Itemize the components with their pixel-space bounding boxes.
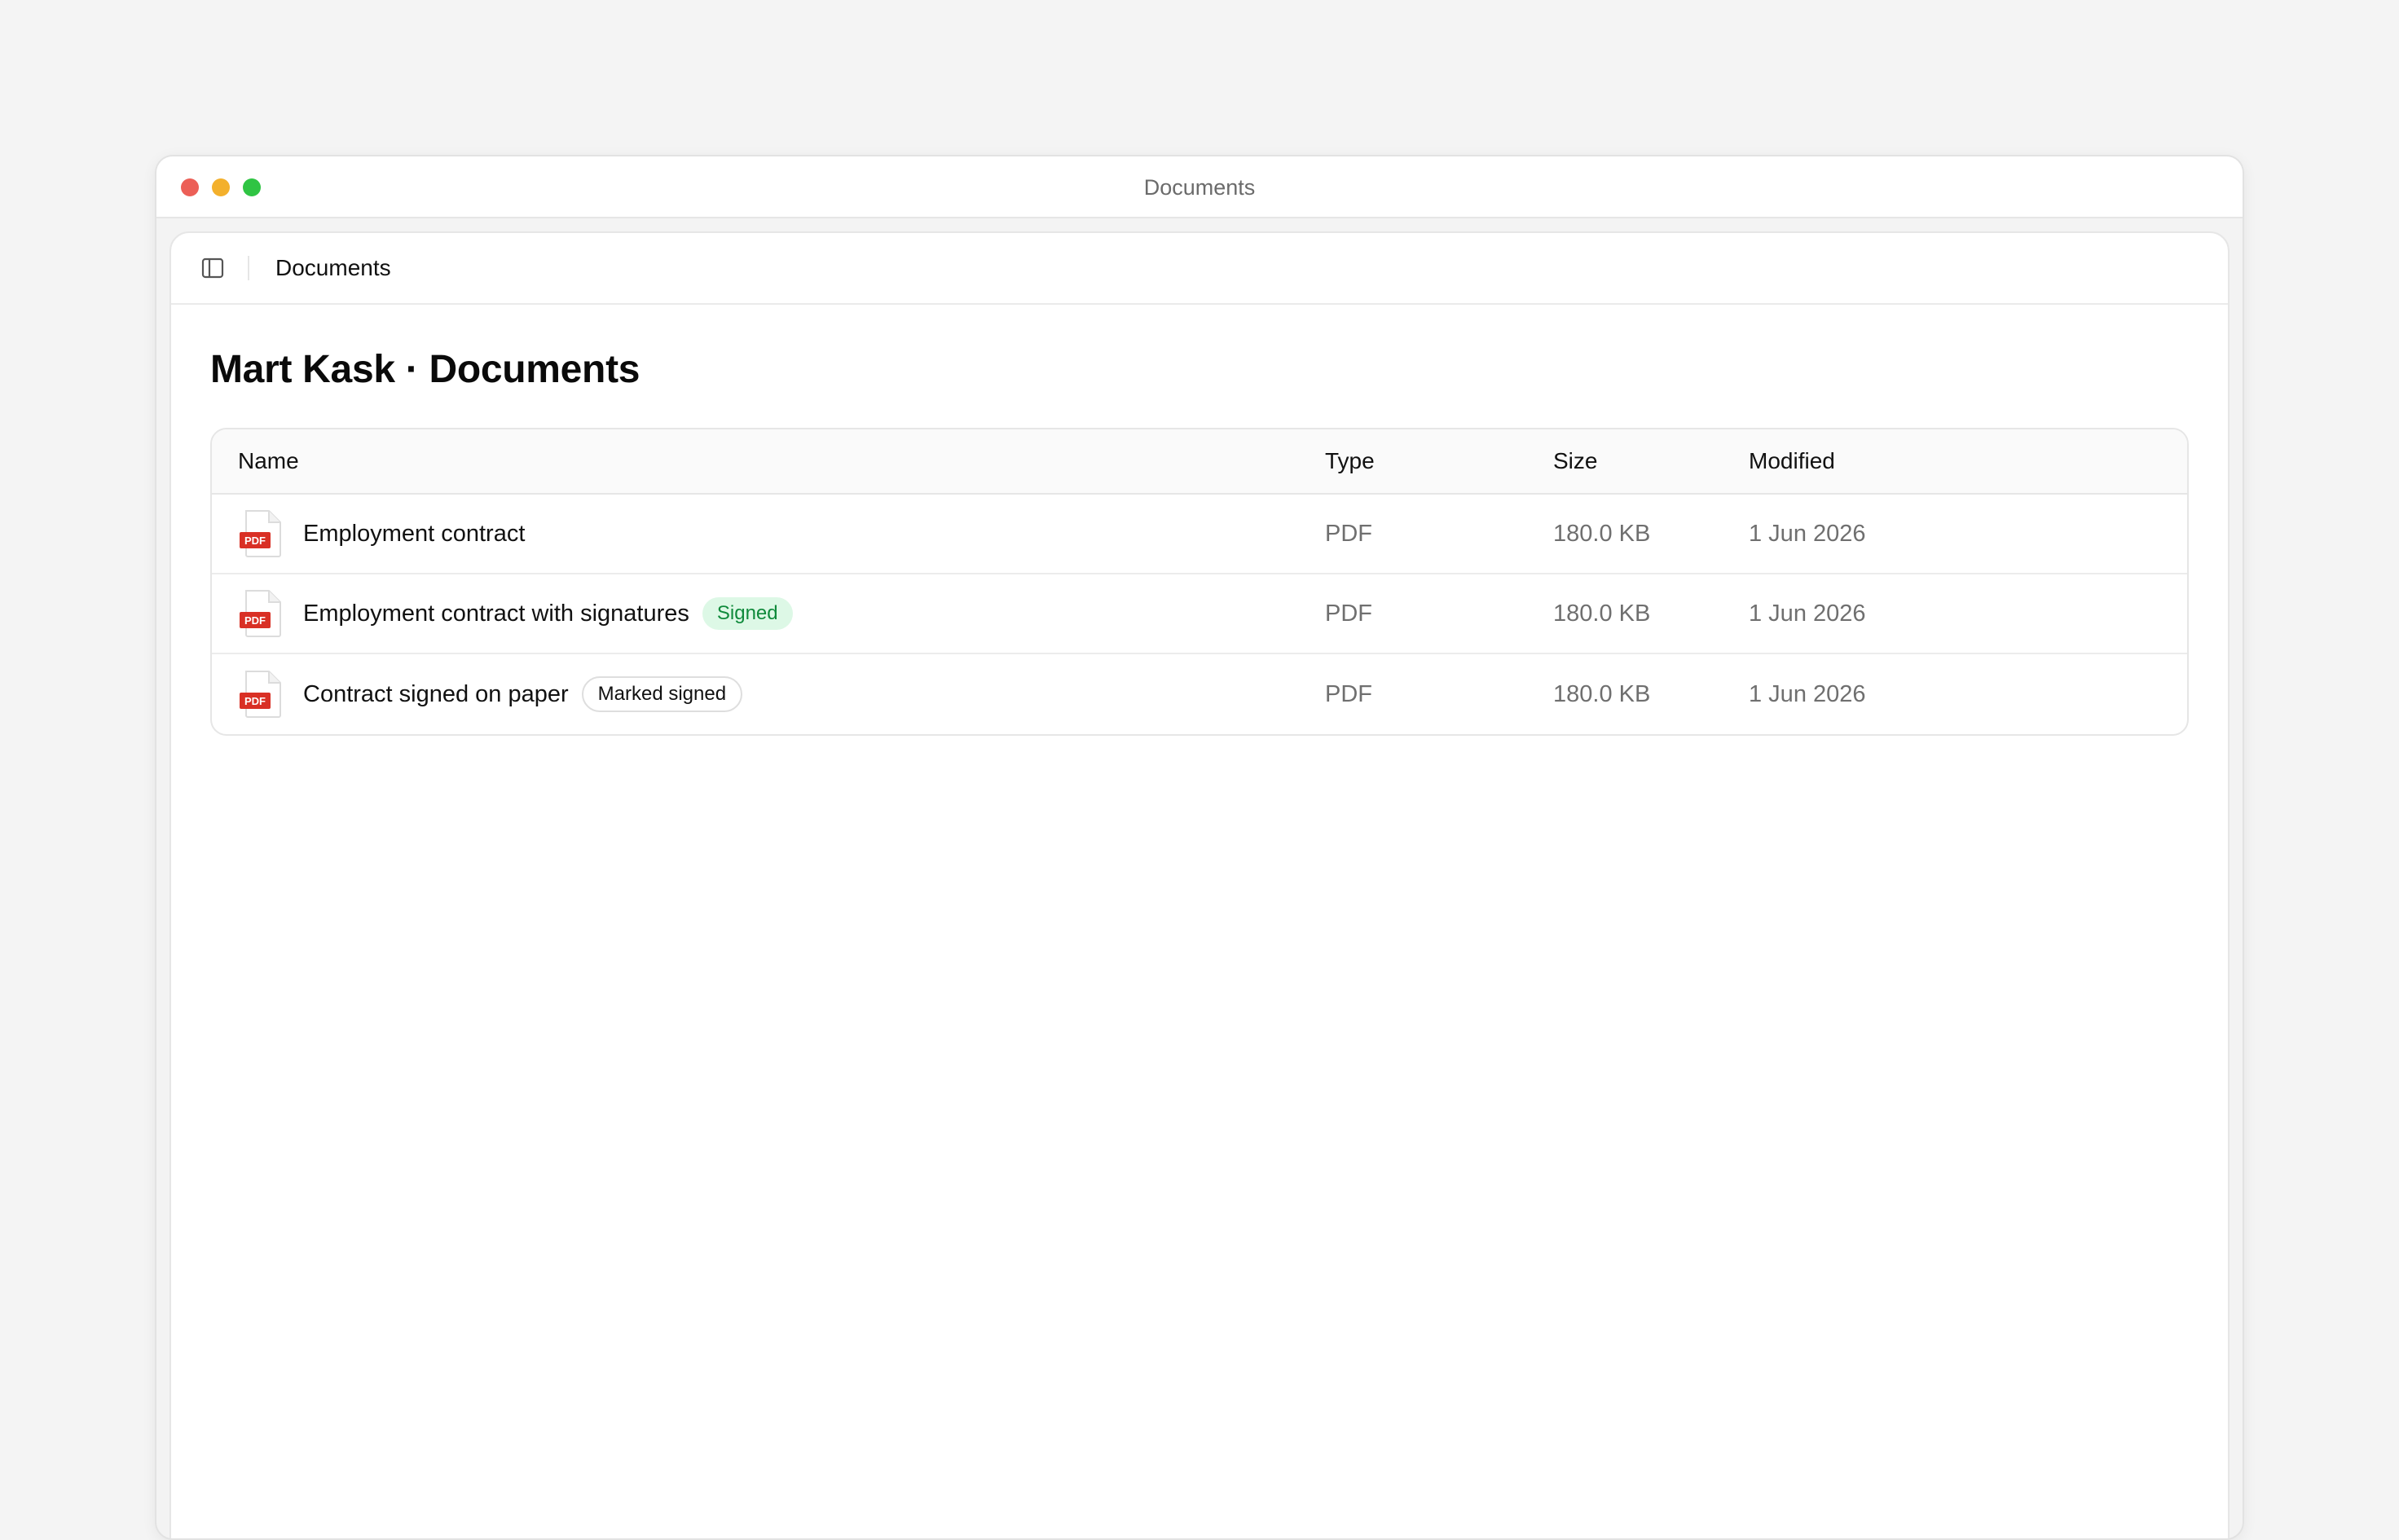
name-cell: PDF Employment contract with signatures … bbox=[212, 589, 1325, 638]
svg-text:PDF: PDF bbox=[244, 535, 266, 547]
file-name[interactable]: Employment contract bbox=[303, 521, 525, 548]
modified-cell: 1 Jun 2026 bbox=[1749, 600, 1866, 627]
toolbar-divider bbox=[248, 256, 249, 280]
window-title: Documents bbox=[1143, 175, 1256, 200]
sidebar-toggle-icon bbox=[201, 257, 224, 279]
table-row[interactable]: PDF Employment contract PDF 180.0 KB 1 J… bbox=[212, 495, 2187, 574]
column-header-type[interactable]: Type bbox=[1325, 448, 1553, 474]
table-row[interactable]: PDF Contract signed on paper Marked sign… bbox=[212, 654, 2187, 734]
modified-cell: 1 Jun 2026 bbox=[1749, 680, 1866, 707]
size-cell: 180.0 KB bbox=[1553, 600, 1651, 627]
signed-badge: Signed bbox=[702, 597, 793, 630]
type-cell: PDF bbox=[1325, 680, 1372, 707]
marked-signed-badge: Marked signed bbox=[581, 676, 743, 712]
pdf-file-icon: PDF bbox=[240, 590, 281, 637]
breadcrumb: Documents bbox=[275, 255, 391, 280]
pdf-file-icon: PDF bbox=[240, 510, 281, 557]
type-cell: PDF bbox=[1325, 520, 1372, 547]
modified-cell: 1 Jun 2026 bbox=[1749, 520, 1866, 547]
svg-text:PDF: PDF bbox=[244, 614, 266, 627]
size-cell: 180.0 KB bbox=[1553, 680, 1651, 707]
svg-text:PDF: PDF bbox=[244, 695, 266, 707]
column-header-name[interactable]: Name bbox=[212, 448, 1325, 474]
top-bar: Documents bbox=[171, 233, 2228, 305]
page-content: Mart Kask · Documents Name Type Size Mod… bbox=[171, 305, 2228, 736]
table-header: Name Type Size Modified bbox=[212, 429, 2187, 495]
name-cell: PDF Employment contract bbox=[212, 509, 1325, 558]
size-cell: 180.0 KB bbox=[1553, 520, 1651, 547]
documents-table: Name Type Size Modified PDF Employment c… bbox=[210, 428, 2189, 736]
app-window: Documents Documents Mart Kask · Document… bbox=[155, 155, 2244, 1540]
title-bar: Documents bbox=[156, 156, 2243, 218]
column-header-modified[interactable]: Modified bbox=[1749, 448, 2187, 474]
file-name[interactable]: Contract signed on paper bbox=[303, 681, 569, 708]
name-cell: PDF Contract signed on paper Marked sign… bbox=[212, 670, 1325, 719]
main-panel: Documents Mart Kask · Documents Name Typ… bbox=[169, 231, 2230, 1538]
page-title: Mart Kask · Documents bbox=[210, 348, 640, 391]
pdf-file-icon: PDF bbox=[240, 671, 281, 718]
table-row[interactable]: PDF Employment contract with signatures … bbox=[212, 574, 2187, 654]
type-cell: PDF bbox=[1325, 600, 1372, 627]
file-name[interactable]: Employment contract with signatures bbox=[303, 601, 689, 627]
sidebar-toggle-button[interactable] bbox=[200, 256, 225, 280]
column-header-size[interactable]: Size bbox=[1553, 448, 1749, 474]
